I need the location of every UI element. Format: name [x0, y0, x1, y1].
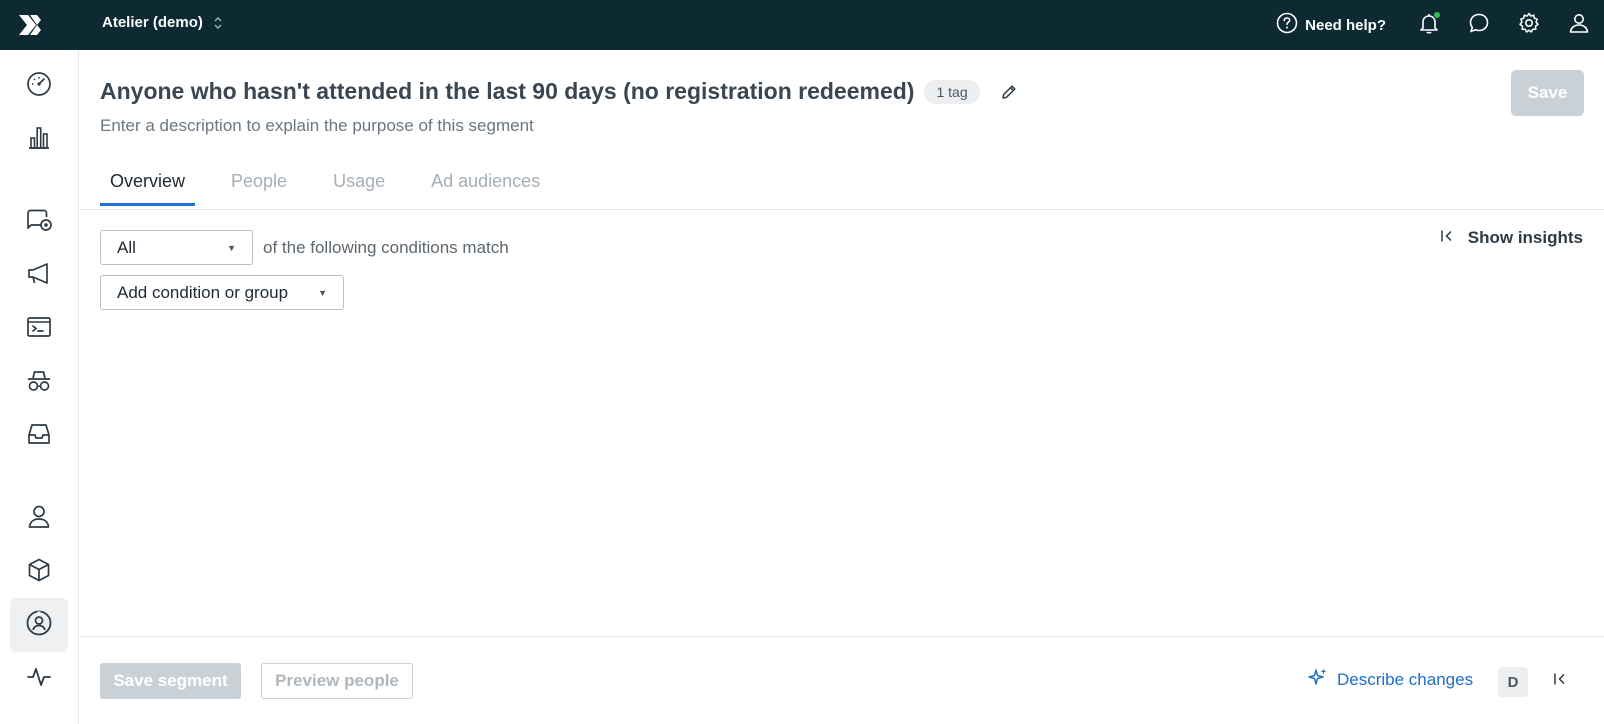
tab-people[interactable]: People	[221, 160, 297, 206]
sidebar-item-analytics[interactable]	[10, 113, 68, 167]
describe-changes-button[interactable]: Describe changes	[1308, 667, 1473, 692]
help-icon	[1276, 12, 1298, 38]
need-help-button[interactable]: Need help?	[1276, 12, 1386, 38]
segment-header: Anyone who hasn't attended in the last 9…	[100, 78, 1018, 105]
need-help-label: Need help?	[1305, 16, 1386, 34]
segment-description[interactable]: Enter a description to explain the purpo…	[100, 116, 534, 136]
sidebar-item-broadcasts[interactable]	[10, 249, 68, 303]
sidebar-item-dashboard[interactable]	[10, 59, 68, 113]
dashboard-icon	[26, 71, 52, 102]
segments-icon	[25, 609, 53, 642]
main-content: Anyone who hasn't attended in the last 9…	[80, 50, 1604, 724]
add-condition-dropdown[interactable]: Add condition or group ▼	[100, 275, 344, 310]
tab-bar: Overview People Usage Ad audiences	[100, 160, 576, 206]
match-type-value: All	[117, 237, 136, 257]
chat-icon	[1467, 11, 1491, 40]
save-button[interactable]: Save	[1511, 70, 1584, 116]
transactional-icon	[26, 315, 52, 344]
sidebar-item-segments[interactable]	[10, 598, 68, 652]
segment-title[interactable]: Anyone who hasn't attended in the last 9…	[100, 78, 914, 105]
settings-button[interactable]	[1504, 0, 1554, 50]
save-segment-button[interactable]: Save segment	[100, 663, 241, 699]
match-description: of the following conditions match	[263, 238, 509, 257]
describe-changes-label: Describe changes	[1337, 669, 1474, 689]
collapse-left-icon	[1440, 228, 1454, 248]
sidebar-item-people[interactable]	[10, 491, 68, 545]
notification-dot	[1433, 11, 1441, 19]
chat-button[interactable]	[1454, 0, 1504, 50]
pencil-icon[interactable]	[1000, 83, 1018, 101]
caret-down-icon: ▼	[227, 242, 236, 253]
people-icon	[26, 503, 52, 534]
tab-usage[interactable]: Usage	[323, 160, 395, 206]
workspace-switcher[interactable]: Atelier (demo)	[102, 14, 223, 31]
show-insights-button[interactable]: Show insights	[1440, 228, 1583, 248]
objects-icon	[26, 557, 52, 588]
collapse-panel-icon[interactable]	[1553, 672, 1567, 686]
sidebar-item-inbox[interactable]	[10, 409, 68, 463]
keyboard-shortcut-badge: D	[1498, 667, 1528, 697]
tab-divider	[80, 209, 1604, 210]
user-icon	[1567, 11, 1591, 40]
add-condition-label: Add condition or group	[117, 282, 289, 302]
sidebar-item-transactional[interactable]	[10, 302, 68, 356]
sidebar-item-campaigns[interactable]	[10, 195, 68, 249]
sidebar-item-objects[interactable]	[10, 545, 68, 599]
tab-ad-audiences[interactable]: Ad audiences	[421, 160, 550, 206]
analytics-icon	[26, 125, 52, 156]
updown-chevron-icon	[213, 15, 223, 31]
sparkle-icon	[1308, 667, 1328, 692]
show-insights-label: Show insights	[1467, 228, 1583, 247]
tab-overview[interactable]: Overview	[100, 160, 196, 206]
match-type-select[interactable]: All ▼	[100, 230, 253, 265]
sidebar	[0, 50, 79, 724]
workspace-name: Atelier (demo)	[102, 14, 203, 31]
sidebar-item-spy[interactable]	[10, 356, 68, 410]
tag-badge[interactable]: 1 tag	[924, 79, 980, 104]
gear-icon	[1517, 11, 1541, 40]
spy-icon	[26, 368, 52, 399]
footer-divider	[80, 636, 1604, 637]
logo-icon[interactable]	[17, 12, 43, 38]
top-bar: Atelier (demo) Need help?	[0, 0, 1604, 50]
preview-people-button[interactable]: Preview people	[261, 663, 413, 699]
activity-icon	[26, 665, 52, 694]
broadcasts-icon	[26, 261, 52, 292]
campaigns-icon	[25, 207, 53, 238]
inbox-icon	[26, 422, 52, 451]
caret-down-icon: ▼	[318, 287, 327, 298]
account-button[interactable]	[1554, 0, 1604, 50]
sidebar-item-activity[interactable]	[10, 652, 68, 706]
notifications-button[interactable]	[1404, 0, 1454, 50]
